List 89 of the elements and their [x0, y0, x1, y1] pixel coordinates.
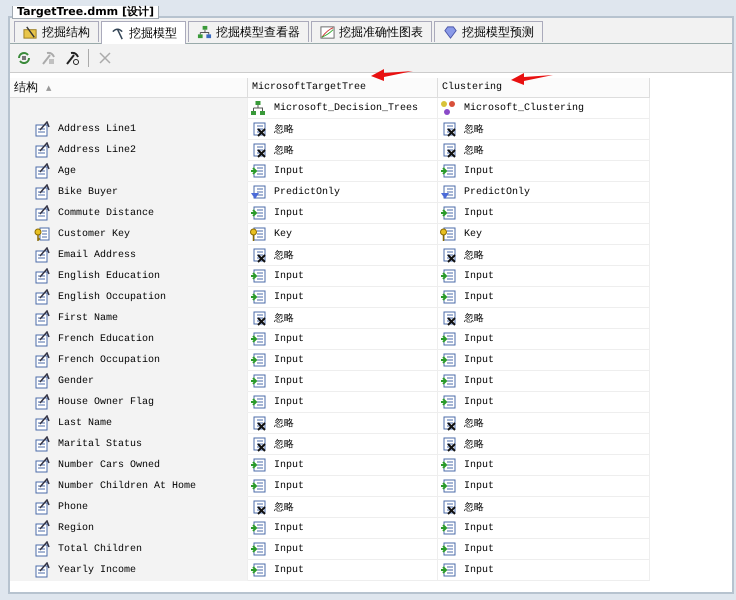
usage-cell[interactable]: Key: [248, 224, 438, 245]
usage-cell[interactable]: Input: [438, 560, 650, 581]
usage-cell[interactable]: Input: [248, 392, 438, 413]
structure-column-cell[interactable]: French Occupation: [10, 350, 248, 371]
hierarchy-icon: [197, 24, 212, 40]
usage-cell[interactable]: Input: [248, 350, 438, 371]
annotation-arrow: [370, 68, 414, 82]
usage-cell[interactable]: 忽略: [438, 413, 650, 434]
hammer-icon: [40, 50, 56, 66]
usage-cell[interactable]: Input: [248, 329, 438, 350]
designer-tab[interactable]: 挖掘模型预测: [434, 21, 543, 42]
designer-tab[interactable]: 挖掘模型: [101, 21, 186, 44]
designer-tab[interactable]: 挖掘模型查看器: [188, 21, 309, 42]
algorithm-cell[interactable]: Microsoft_Decision_Trees: [248, 98, 438, 119]
column-header[interactable]: Clustering: [438, 78, 650, 98]
structure-column-cell[interactable]: Gender: [10, 371, 248, 392]
structure-column-cell[interactable]: Last Name: [10, 413, 248, 434]
designer-tab[interactable]: 挖掘准确性图表: [311, 21, 432, 42]
usage-cell[interactable]: PredictOnly: [438, 182, 650, 203]
usage-cell[interactable]: Input: [248, 560, 438, 581]
usage-cell[interactable]: Input: [438, 266, 650, 287]
cluster-icon: [440, 100, 456, 116]
structure-column-cell[interactable]: Email Address: [10, 245, 248, 266]
structure-column-cell[interactable]: Number Cars Owned: [10, 455, 248, 476]
usage-cell[interactable]: Input: [438, 329, 650, 350]
usage-cell[interactable]: 忽略: [248, 308, 438, 329]
usage-cell[interactable]: Input: [438, 476, 650, 497]
usage-cell[interactable]: 忽略: [438, 119, 650, 140]
structure-column-cell[interactable]: English Education: [10, 266, 248, 287]
usage-cell[interactable]: Input: [248, 287, 438, 308]
column-header[interactable]: MicrosoftTargetTree: [248, 78, 438, 98]
usage-cell[interactable]: Input: [438, 455, 650, 476]
structure-column-cell[interactable]: House Owner Flag: [10, 392, 248, 413]
structure-column-cell[interactable]: Region: [10, 518, 248, 539]
usage-cell[interactable]: Input: [248, 518, 438, 539]
usage-cell[interactable]: Input: [438, 350, 650, 371]
usage-cell[interactable]: 忽略: [248, 497, 438, 518]
structure-column-cell[interactable]: Yearly Income: [10, 560, 248, 581]
usage-cell[interactable]: PredictOnly: [248, 182, 438, 203]
usage-cell[interactable]: 忽略: [248, 140, 438, 161]
usage-cell[interactable]: Key: [438, 224, 650, 245]
structure-column-cell[interactable]: Total Children: [10, 539, 248, 560]
designer-tab[interactable]: 挖掘结构: [14, 21, 99, 42]
usage-cell[interactable]: Input: [438, 539, 650, 560]
structure-column-cell[interactable]: Marital Status: [10, 434, 248, 455]
usage-cell[interactable]: Input: [248, 455, 438, 476]
diamond-icon: [443, 24, 458, 40]
usage-cell[interactable]: Input: [248, 161, 438, 182]
structure-column-cell[interactable]: Phone: [10, 497, 248, 518]
close-icon: [97, 50, 113, 66]
usage-cell[interactable]: 忽略: [248, 434, 438, 455]
usage-cell[interactable]: Input: [438, 161, 650, 182]
usage-cell[interactable]: 忽略: [248, 119, 438, 140]
structure-column-cell[interactable]: Address Line2: [10, 140, 248, 161]
usage-cell[interactable]: 忽略: [438, 140, 650, 161]
usage-cell[interactable]: Input: [438, 392, 650, 413]
refresh-icon: [16, 50, 32, 66]
usage-cell[interactable]: Input: [248, 266, 438, 287]
structure-column-cell[interactable]: Customer Key: [10, 224, 248, 245]
structure-column-cell[interactable]: Age: [10, 161, 248, 182]
structure-column-cell[interactable]: Address Line1: [10, 119, 248, 140]
usage-cell[interactable]: Input: [248, 476, 438, 497]
usage-cell[interactable]: 忽略: [248, 413, 438, 434]
usage-cell[interactable]: 忽略: [438, 434, 650, 455]
usage-cell[interactable]: 忽略: [438, 308, 650, 329]
tree-icon: [250, 100, 266, 116]
pickaxe-icon: [64, 50, 80, 66]
usage-cell[interactable]: Input: [248, 203, 438, 224]
usage-cell[interactable]: Input: [438, 287, 650, 308]
usage-cell[interactable]: 忽略: [438, 245, 650, 266]
structure-column-cell[interactable]: French Education: [10, 329, 248, 350]
line-chart-icon: [320, 24, 335, 40]
annotation-arrow: [510, 72, 554, 86]
usage-cell[interactable]: 忽略: [438, 497, 650, 518]
pickaxe-icon: [110, 26, 125, 40]
usage-cell[interactable]: 忽略: [248, 245, 438, 266]
usage-cell[interactable]: Input: [438, 518, 650, 539]
structure-column-cell[interactable]: English Occupation: [10, 287, 248, 308]
structure-column-cell[interactable]: Number Children At Home: [10, 476, 248, 497]
usage-cell[interactable]: Input: [248, 371, 438, 392]
structure-column-cell[interactable]: Commute Distance: [10, 203, 248, 224]
usage-cell[interactable]: Input: [438, 371, 650, 392]
usage-cell[interactable]: Input: [248, 539, 438, 560]
structure-column-cell[interactable]: Bike Buyer: [10, 182, 248, 203]
usage-cell[interactable]: Input: [438, 203, 650, 224]
document-tab[interactable]: TargetTree.dmm [设计]: [12, 6, 160, 19]
algorithm-cell[interactable]: Microsoft_Clustering: [438, 98, 650, 119]
structure-column-cell[interactable]: First Name: [10, 308, 248, 329]
folder-icon: [23, 24, 38, 40]
